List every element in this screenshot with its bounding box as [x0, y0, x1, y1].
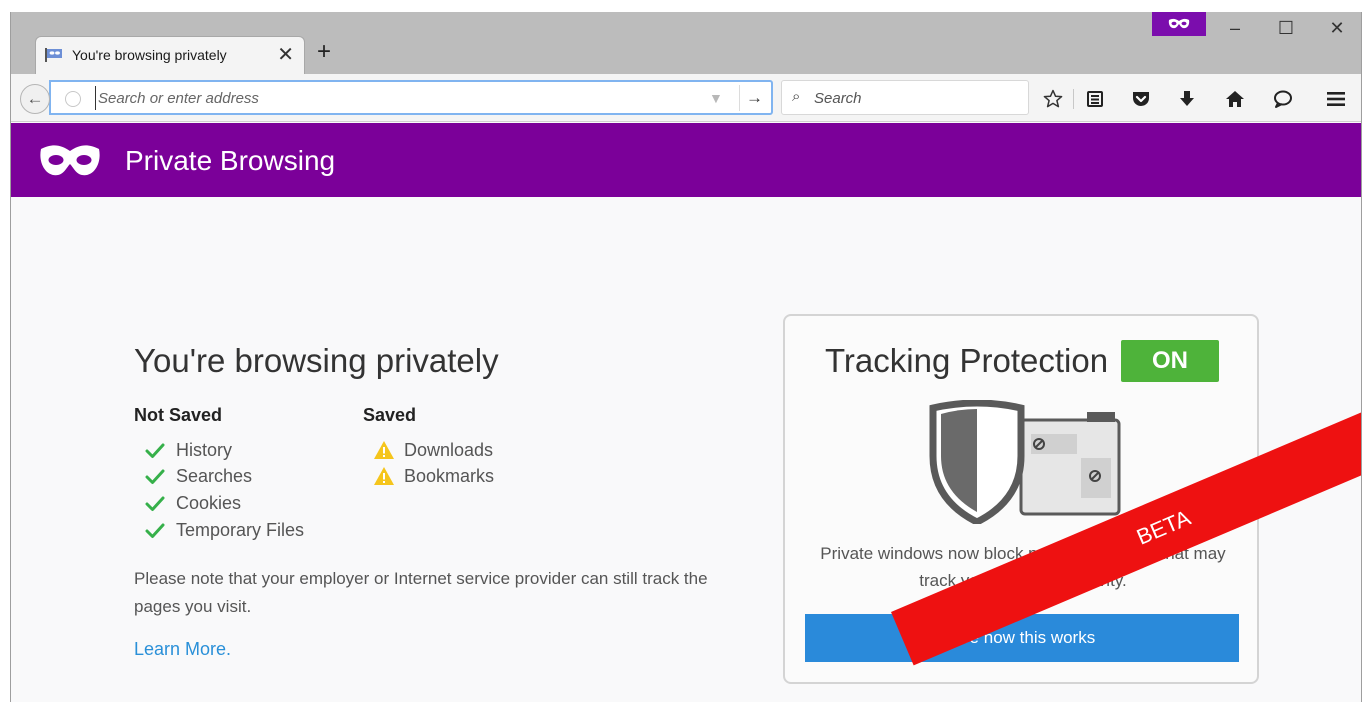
- bookmarks-list-icon: [1087, 91, 1103, 107]
- search-icon: ⌕: [792, 88, 801, 105]
- page-header-title: Private Browsing: [125, 145, 336, 176]
- tracking-status-badge: ON: [1121, 340, 1219, 382]
- private-flag-icon: [45, 48, 62, 62]
- speech-bubble-icon: [1274, 90, 1292, 108]
- list-item: Cookies: [176, 493, 242, 513]
- warning-icon: [374, 467, 394, 485]
- browser-window: You're browsing privately ✕ + – ☐ ✕ ▼ → …: [10, 12, 1362, 702]
- download-arrow-icon: [1180, 91, 1194, 106]
- warning-icon: [374, 441, 394, 459]
- maximize-button[interactable]: ☐: [1266, 18, 1306, 44]
- navigation-toolbar: ▼ → ← ⌕: [11, 74, 1361, 122]
- tab-close-button[interactable]: ✕: [277, 42, 294, 67]
- close-window-button[interactable]: ✕: [1317, 18, 1357, 44]
- go-button[interactable]: →: [739, 85, 769, 111]
- tab-title: You're browsing privately: [72, 47, 227, 63]
- back-button[interactable]: ←: [20, 84, 50, 114]
- tab-private[interactable]: You're browsing privately ✕: [35, 36, 305, 74]
- pocket-icon: [1133, 92, 1149, 106]
- hamburger-menu-icon: [1327, 92, 1345, 106]
- new-tab-button[interactable]: +: [317, 38, 331, 66]
- private-mask-icon: [40, 145, 100, 176]
- history-dropmarker-icon[interactable]: ▼: [709, 90, 723, 106]
- beta-ribbon-label: BETA: [1132, 504, 1195, 550]
- list-item: Searches: [176, 466, 253, 486]
- toolbar-separator: [1073, 89, 1074, 109]
- check-icon: [145, 496, 165, 511]
- private-browsing-content: You're browsing privately Not Saved Save…: [11, 197, 1361, 702]
- bookmarks-menu-button[interactable]: [1081, 86, 1109, 112]
- list-item: Downloads: [404, 440, 494, 460]
- not-saved-heading: Not Saved: [134, 405, 223, 425]
- see-how-this-works-button[interactable]: See how this works: [805, 614, 1239, 662]
- menu-button[interactable]: [1322, 86, 1350, 112]
- home-button[interactable]: [1221, 86, 1249, 112]
- privacy-note: Please note that your employer or Intern…: [134, 569, 708, 616]
- site-identity-icon[interactable]: [65, 91, 81, 107]
- saved-heading: Saved: [363, 405, 417, 425]
- address-input[interactable]: [95, 86, 695, 110]
- tab-strip: You're browsing privately ✕ + – ☐ ✕: [11, 12, 1361, 74]
- list-item: History: [176, 440, 233, 460]
- pocket-button[interactable]: [1127, 86, 1155, 112]
- check-icon: [145, 443, 165, 458]
- check-icon: [145, 469, 165, 484]
- url-bar[interactable]: ▼ →: [49, 80, 773, 115]
- bookmark-star-button[interactable]: [1039, 86, 1067, 112]
- list-item: Bookmarks: [404, 466, 495, 486]
- tracking-protection-title: Tracking Protection: [825, 342, 1109, 379]
- private-browsing-header: Private Browsing: [11, 123, 1361, 197]
- downloads-button[interactable]: [1173, 86, 1201, 112]
- shield-page-illustration-icon: [929, 400, 1121, 524]
- search-input[interactable]: [814, 87, 1014, 109]
- back-arrow-icon: ←: [26, 89, 44, 108]
- list-item: Temporary Files: [176, 520, 305, 540]
- home-icon: [1226, 91, 1244, 107]
- search-bar[interactable]: ⌕: [781, 80, 1029, 115]
- page-title: You're browsing privately: [134, 342, 499, 379]
- chat-button[interactable]: [1269, 86, 1297, 112]
- minimize-button[interactable]: –: [1215, 18, 1255, 44]
- check-icon: [145, 523, 165, 538]
- private-mask-icon: [1168, 18, 1190, 29]
- learn-more-link[interactable]: Learn More.: [134, 639, 231, 660]
- star-icon: [1043, 89, 1063, 108]
- private-browsing-indicator: [1152, 12, 1206, 36]
